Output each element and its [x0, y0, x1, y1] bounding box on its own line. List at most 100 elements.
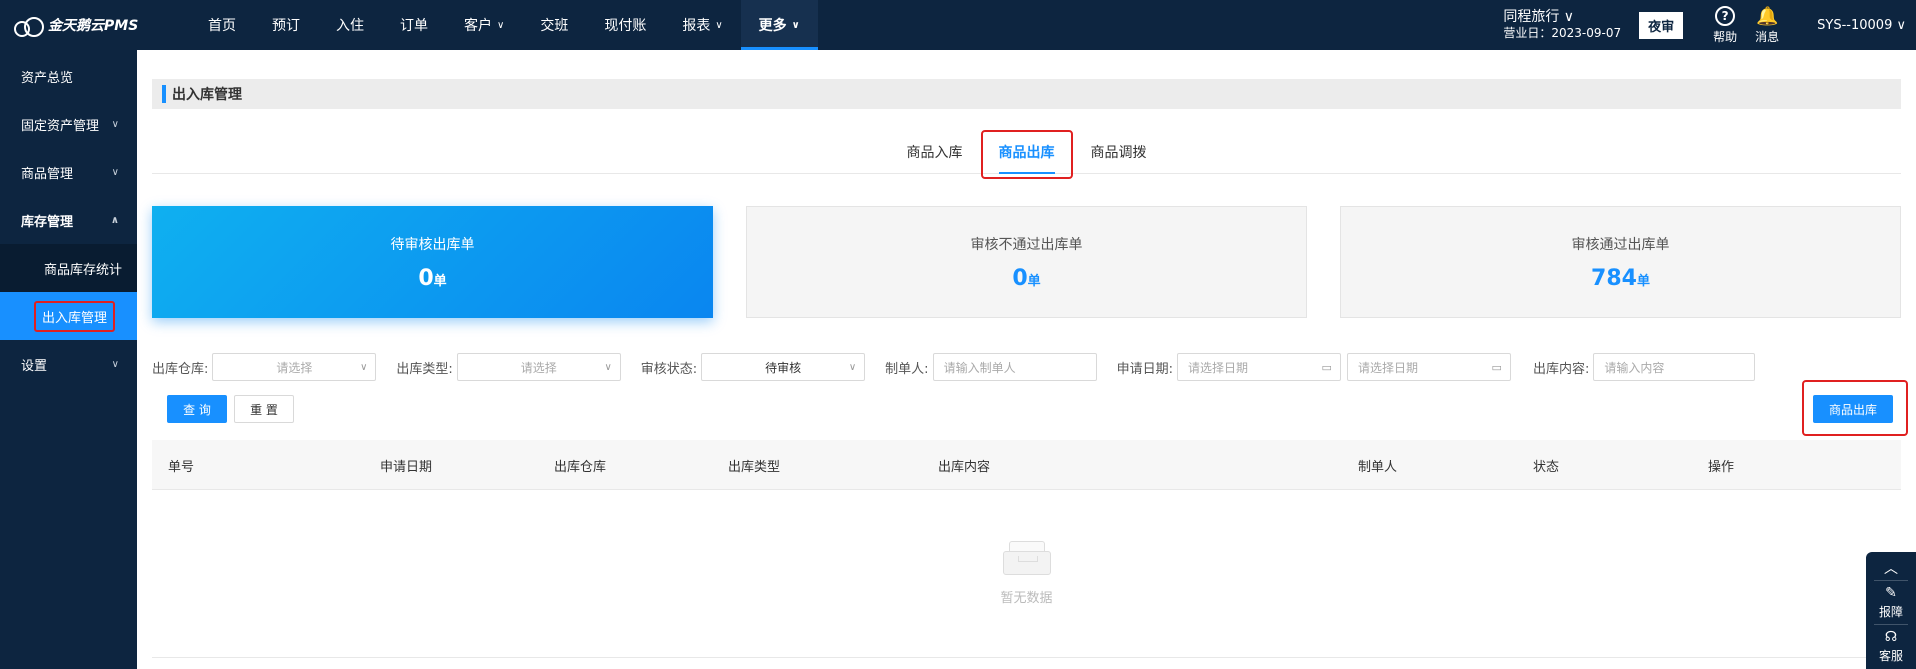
messages-button[interactable]: 🔔 消息: [1755, 6, 1779, 45]
column-warehouse: 出库仓库: [554, 459, 607, 475]
customer-service-label[interactable]: 客服: [1879, 647, 1903, 664]
nav-item-booking[interactable]: 预订: [254, 0, 318, 50]
chevron-down-icon: ∨: [111, 358, 119, 370]
chevron-down-icon: ∨: [111, 166, 119, 178]
warehouse-label: 出库仓库:: [152, 361, 209, 377]
reset-button[interactable]: 重 置: [234, 395, 294, 423]
chevron-down-icon: ∨: [715, 19, 723, 31]
nav-label: 报表: [682, 18, 711, 34]
empty-tray-icon: [1002, 541, 1051, 575]
chevron-down-icon: ∨: [360, 361, 368, 373]
help-label: 帮助: [1713, 29, 1738, 44]
chevron-down-icon: ∨: [604, 361, 612, 373]
query-button[interactable]: 查 询: [167, 395, 227, 423]
sidebar-subitem-inout-management[interactable]: 出入库管理: [0, 292, 137, 340]
column-order-no: 单号: [168, 459, 195, 475]
filter-bar: 出库仓库: 请选择 ∨ 出库类型: 请选择 ∨ 审核状态: 待审核 ∨ 制单人: 请输…: [152, 352, 1901, 382]
tab-goods-outbound[interactable]: 商品出库: [980, 130, 1073, 179]
highlight-frame: [1802, 380, 1908, 436]
business-date: 营业日：2023-09-07: [1503, 26, 1622, 40]
date-end-input[interactable]: 请选择日期 ▭: [1346, 353, 1511, 381]
type-label: 出库类型:: [396, 361, 453, 377]
tab-label: 商品调拨: [1090, 145, 1147, 161]
action-row: 查 询 重 置 商品出库: [152, 380, 1908, 436]
input-placeholder: 请选择日期: [1187, 360, 1248, 375]
sidebar-subitem-stock-stats[interactable]: 商品库存统计: [0, 244, 137, 292]
nav-item-cash-account[interactable]: 现付账: [586, 0, 664, 50]
card-title: 待审核出库单: [390, 236, 475, 253]
floating-help-panel: ︿ ✎ 报障 ☊ 客服: [1866, 552, 1916, 669]
warehouse-select[interactable]: 请选择 ∨: [212, 353, 377, 381]
app-logo[interactable]: 金天鹅云PMS: [0, 15, 190, 37]
card-value: 0单: [1012, 266, 1040, 291]
sidebar-item-fixed-assets[interactable]: 固定资产管理 ∨: [0, 100, 137, 148]
table-header: 单号 申请日期 出库仓库 出库类型 出库内容 制单人 状态 操作: [152, 440, 1901, 490]
nav-item-orders[interactable]: 订单: [382, 0, 446, 50]
chevron-up-icon[interactable]: ︿: [1884, 558, 1898, 577]
content-input[interactable]: 请输入内容: [1593, 353, 1756, 381]
wrench-icon[interactable]: ✎: [1885, 585, 1897, 603]
input-placeholder: 请输入制单人: [943, 360, 1016, 375]
sidebar-item-label: 库存管理: [21, 214, 74, 230]
card-unit: 单: [1027, 273, 1041, 289]
chevron-down-icon: ∨: [111, 118, 119, 130]
select-value: 待审核: [765, 360, 802, 375]
sidebar-item-asset-overview[interactable]: 资产总览: [0, 52, 137, 100]
nav-label: 订单: [400, 18, 428, 34]
column-actions: 操作: [1708, 459, 1735, 475]
card-approved[interactable]: 审核通过出库单 784单: [1340, 206, 1901, 318]
column-content: 出库内容: [938, 459, 991, 475]
column-apply-date: 申请日期: [380, 459, 433, 475]
tab-goods-transfer[interactable]: 商品调拨: [1073, 130, 1165, 174]
calendar-icon: ▭: [1491, 360, 1502, 374]
creator-label: 制单人:: [885, 361, 929, 377]
nav-item-more[interactable]: 更多 ∨: [740, 0, 818, 50]
nav-label: 交班: [540, 18, 569, 34]
creator-input[interactable]: 请输入制单人: [932, 353, 1097, 381]
select-placeholder: 请选择: [520, 360, 557, 375]
headset-icon[interactable]: ☊: [1885, 629, 1897, 647]
user-menu[interactable]: SYS--10009 ∨: [1817, 18, 1906, 33]
main-nav: 首页 预订 入住 订单 客户 ∨ 交班 现付账 报表 ∨ 更多 ∨: [190, 0, 818, 50]
status-label: 审核状态:: [640, 361, 698, 377]
card-count: 0: [418, 265, 434, 291]
help-button[interactable]: ? 帮助: [1713, 5, 1738, 45]
calendar-icon: ▭: [1321, 360, 1332, 374]
chevron-down-icon: ∨: [848, 361, 857, 373]
chevron-down-icon: ∨: [791, 19, 800, 31]
card-rejected[interactable]: 审核不通过出库单 0单: [746, 206, 1307, 318]
nav-item-checkin[interactable]: 入住: [318, 0, 382, 50]
nav-label: 入住: [336, 18, 364, 34]
select-placeholder: 请选择: [276, 360, 313, 375]
report-issue-label[interactable]: 报障: [1879, 603, 1903, 620]
sidebar-item-goods[interactable]: 商品管理 ∨: [0, 148, 137, 196]
sidebar-item-label: 固定资产管理: [21, 118, 100, 134]
summary-cards: 待审核出库单 0单 审核不通过出库单 0单 审核通过出库单 784单: [152, 206, 1901, 318]
card-unit: 单: [1636, 273, 1650, 289]
sidebar-item-inventory[interactable]: 库存管理 ∧: [0, 196, 137, 244]
date-start-input[interactable]: 请选择日期 ▭: [1176, 353, 1341, 381]
nav-item-home[interactable]: 首页: [190, 0, 254, 50]
night-audit-button[interactable]: 夜审: [1639, 11, 1684, 39]
outbound-type-select[interactable]: 请选择 ∨: [456, 353, 621, 381]
nav-label: 首页: [208, 18, 236, 34]
card-pending-review[interactable]: 待审核出库单 0单: [152, 206, 713, 318]
chevron-down-icon: ∨: [497, 19, 505, 31]
nav-item-shift[interactable]: 交班: [522, 0, 586, 50]
review-status-select[interactable]: 待审核 ∨: [701, 353, 866, 381]
nav-item-reports[interactable]: 报表 ∨: [664, 0, 740, 50]
empty-text: 暂无数据: [1000, 591, 1053, 606]
nav-item-customers[interactable]: 客户 ∨: [446, 0, 522, 50]
chevron-up-icon: ∧: [110, 214, 119, 226]
tab-goods-inbound[interactable]: 商品入库: [889, 130, 981, 174]
column-status: 状态: [1533, 459, 1560, 475]
top-right-area: 同程旅行 ∨ 营业日：2023-09-07 夜审 ? 帮助 🔔 消息 SYS--…: [1503, 0, 1916, 50]
logo-text: 金天鹅云PMS: [48, 18, 139, 34]
main-content: 出入库管理 商品入库 商品出库 商品调拨 待审核出库单 0单 审核不通过出库单 …: [137, 50, 1916, 669]
bell-icon: 🔔: [1755, 5, 1779, 27]
hotel-selector[interactable]: 同程旅行 ∨ 营业日：2023-09-07: [1503, 9, 1621, 41]
date-label: 申请日期:: [1116, 361, 1173, 377]
goods-outbound-button[interactable]: 商品出库: [1802, 380, 1908, 436]
nav-label: 现付账: [604, 18, 647, 34]
sidebar-item-settings[interactable]: 设置 ∨: [0, 340, 137, 388]
